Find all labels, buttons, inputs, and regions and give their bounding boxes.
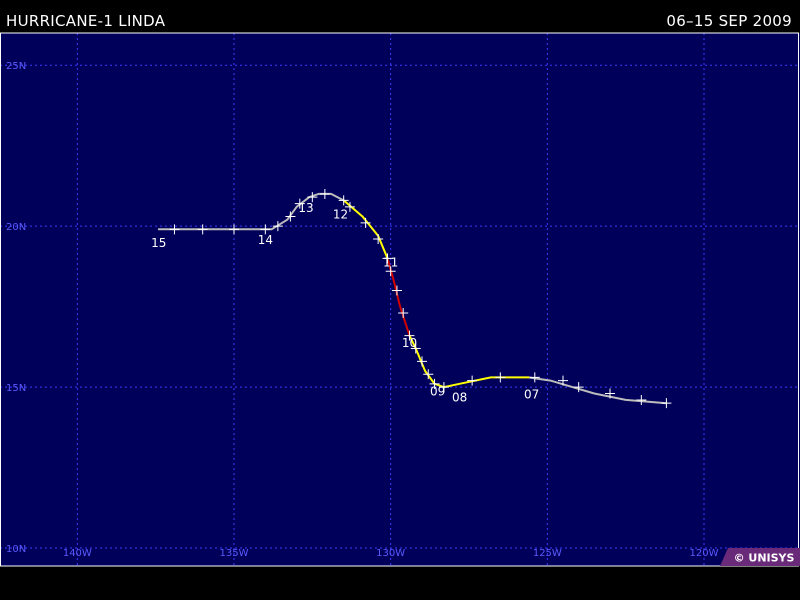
lon-tick-label: 125W [533,548,562,559]
day-label: 08 [452,391,467,405]
lon-tick-label: 130W [376,548,405,559]
day-label: 12 [333,207,348,221]
lon-tick-label: 120W [690,548,719,559]
day-label: 11 [383,256,398,270]
lat-tick-label: 10N [6,544,26,555]
lat-tick-label: 15N [6,383,26,394]
day-label: 10 [402,336,417,350]
day-label: 09 [430,384,445,398]
storm-track-map: 140W 135W 130W 125W 120W 10N 15N 20N 25N 07 08 09 1… [0,32,800,567]
credit-text: © UNISYS [734,552,795,565]
lon-tick-label: 135W [220,548,249,559]
ocean-background [0,33,800,566]
lat-tick-label: 25N [6,61,26,72]
day-label: 14 [258,233,273,247]
day-label: 13 [298,201,313,215]
lat-tick-label: 20N [6,222,26,233]
day-label: 15 [151,236,166,250]
unisys-logo: © UNISYS [720,548,800,566]
day-label: 07 [524,388,539,402]
lon-tick-label: 140W [63,548,92,559]
